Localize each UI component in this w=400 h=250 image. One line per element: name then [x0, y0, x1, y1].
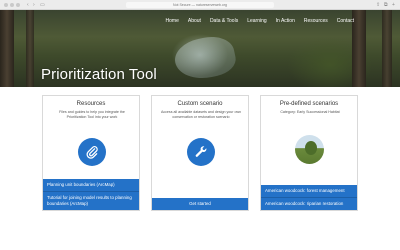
nav-contact[interactable]: Contact [337, 17, 354, 25]
habitat-photo [295, 135, 324, 164]
tree-trunk [382, 10, 392, 87]
custom-scenario-actions: Get started [152, 198, 248, 210]
tabs-icon[interactable]: ⧉ [384, 2, 388, 8]
hero-banner: Home About Data & Tools Learning In Acti… [0, 10, 400, 87]
card-title: Pre-defined scenarios [279, 101, 339, 107]
card-title: Custom scenario [177, 101, 223, 107]
browser-toolbar: ‹ › ▭ Not Secure — natureserveweb.org ⇪ … [0, 0, 400, 10]
close-window-icon[interactable] [4, 3, 8, 7]
custom-scenario-card: Custom scenario Access all available dat… [151, 95, 249, 211]
tree-trunk [0, 10, 14, 87]
browser-window: ‹ › ▭ Not Secure — natureserveweb.org ⇪ … [0, 0, 400, 250]
card-description: Access all available datasets and design… [160, 110, 242, 119]
nav-data-tools[interactable]: Data & Tools [210, 17, 238, 25]
woodcock-forest-management-link[interactable]: American woodcock: forest management [261, 185, 357, 197]
tutorial-joining-results-link[interactable]: Tutorial for joining model results to pl… [43, 192, 139, 210]
stream [171, 32, 239, 84]
tree-shape [305, 141, 317, 155]
page-title: Prioritization Tool [41, 66, 157, 83]
address-bar[interactable]: Not Secure — natureserveweb.org [126, 2, 274, 8]
main-nav: Home About Data & Tools Learning In Acti… [157, 17, 354, 25]
card-description: Files and guides to help you integrate t… [59, 110, 125, 119]
new-tab-icon[interactable]: + [392, 2, 395, 8]
zoom-window-icon[interactable] [16, 3, 20, 7]
get-started-button[interactable]: Get started [152, 198, 248, 210]
nav-home[interactable]: Home [166, 17, 179, 25]
resources-card: Resources Files and guides to help you i… [42, 95, 140, 211]
back-arrow-icon[interactable]: ‹ [27, 2, 29, 8]
nav-about[interactable]: About [188, 17, 201, 25]
woodcock-riparian-restoration-link[interactable]: American woodcock: riparian restoration [261, 198, 357, 210]
card-category: Category: Early Successional Habitat [280, 110, 340, 114]
tree-trunk [26, 10, 34, 87]
nav-learning[interactable]: Learning [247, 17, 266, 25]
nav-resources[interactable]: Resources [304, 17, 328, 25]
scenario-links: American woodcock: forest management Ame… [261, 185, 357, 210]
minimize-window-icon[interactable] [10, 3, 14, 7]
share-icon[interactable]: ⇪ [376, 2, 380, 8]
planning-unit-boundaries-link[interactable]: Planning unit boundaries (ArcMap) [43, 179, 139, 191]
tree-trunk [352, 10, 366, 87]
wrench-icon [187, 138, 215, 166]
paperclip-icon [78, 138, 106, 166]
card-title: Resources [76, 101, 106, 107]
resource-links: Planning unit boundaries (ArcMap) Tutori… [43, 179, 139, 210]
forward-arrow-icon[interactable]: › [33, 2, 35, 8]
sidebar-icon[interactable]: ▭ [40, 2, 45, 8]
predefined-scenarios-card: Pre-defined scenarios Category: Early Su… [260, 95, 358, 211]
nav-in-action[interactable]: In Action [276, 17, 295, 25]
